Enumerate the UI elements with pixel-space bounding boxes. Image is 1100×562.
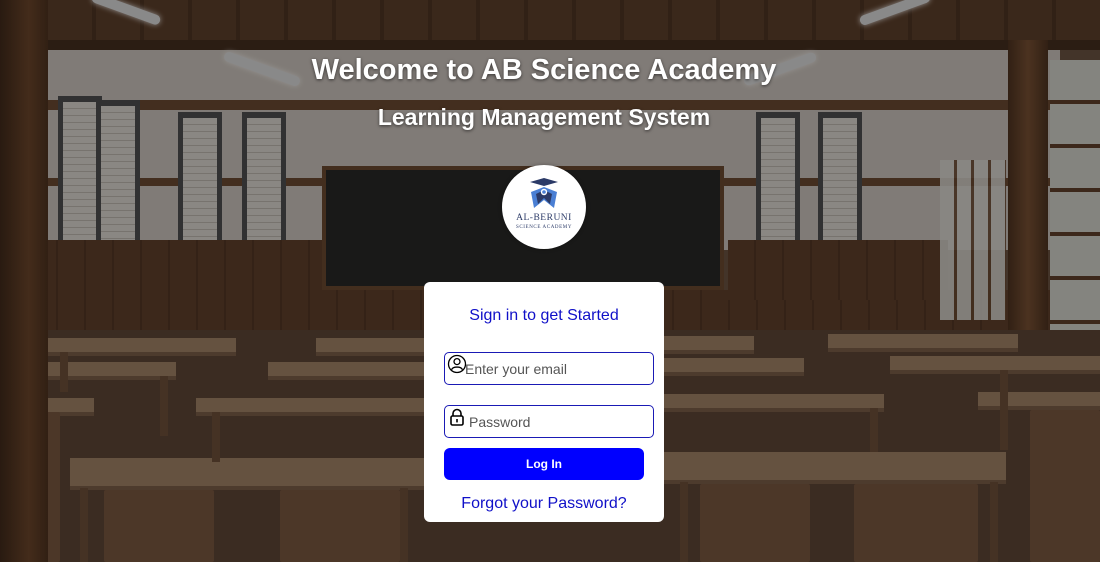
logo-name: AL-BERUNI [516,213,572,223]
logo-tagline: SCIENCE ACADEMY [515,225,573,230]
academy-logo: AL-BERUNI SCIENCE ACADEMY [502,165,586,249]
login-card: Sign in to get Started Log In [424,282,664,522]
email-field[interactable] [444,352,654,385]
forgot-password-link[interactable]: Forgot your Password? [424,495,664,513]
page-title: Welcome to AB Science Academy [311,54,777,86]
password-input[interactable] [469,406,649,437]
page-subtitle: Learning Management System [377,104,711,130]
login-page: Welcome to AB Science Academy Learning M… [0,0,1100,562]
graduation-cap-icon [530,178,558,208]
password-field[interactable] [444,405,654,438]
lock-icon [447,407,467,432]
login-heading: Sign in to get Started [469,307,619,324]
user-icon [447,354,467,379]
login-button[interactable]: Log In [444,448,644,480]
email-input[interactable] [465,353,645,384]
